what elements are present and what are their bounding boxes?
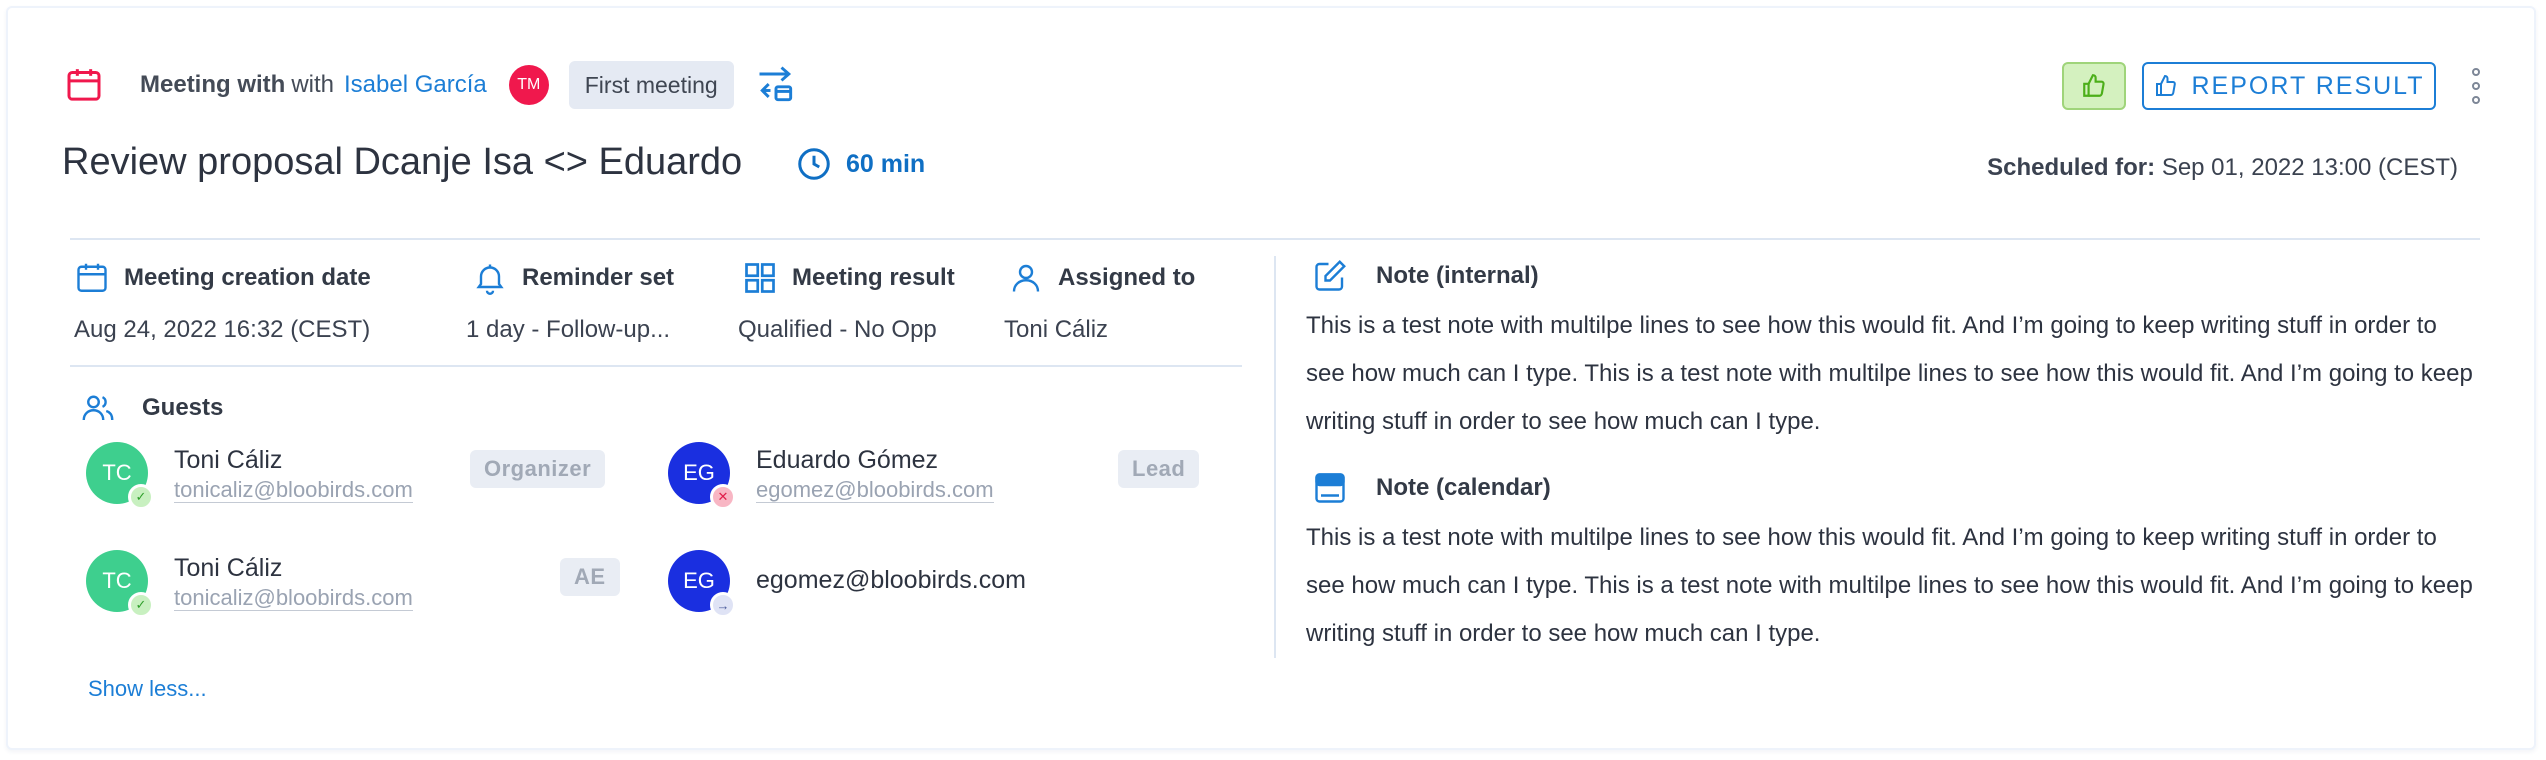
meeting-creation-date: Meeting creation date Aug 24, 2022 16:32… (74, 260, 371, 344)
column-divider (1274, 256, 1276, 658)
duration-value: 60 min (846, 149, 926, 178)
calendar-icon (67, 69, 101, 101)
guest-name: Toni Cáliz (174, 554, 283, 582)
users-icon (82, 395, 114, 421)
guest-name: Toni Cáliz (174, 446, 283, 474)
guest-role-badge: Lead (1118, 450, 1200, 488)
note-calendar-label: Note (calendar) (1376, 474, 1551, 501)
grid-icon (745, 263, 775, 293)
edit-icon (1315, 260, 1346, 291)
guest-email-link[interactable]: tonicaliz@bloobirds.com (174, 586, 413, 611)
guest-role-badge: AE (560, 558, 620, 596)
report-result-label: REPORT RESULT (2191, 71, 2425, 100)
meeting-header: Meeting with with Isabel García TM First… (64, 60, 798, 110)
reminder-label: Reminder set (522, 264, 675, 291)
note-internal-label: Note (internal) (1376, 262, 1539, 289)
note-calendar-header: Note (calendar) (1312, 470, 1551, 506)
lead-name-link[interactable]: Isabel García (344, 71, 487, 99)
scheduled-value: Sep 01, 2022 13:00 (CEST) (2161, 154, 2458, 181)
info-divider (70, 365, 1242, 367)
pending-arrow-icon: → (710, 592, 736, 618)
accepted-check-icon: ✓ (128, 484, 154, 510)
guest-name: Eduardo Gómez (756, 446, 939, 474)
guest-role-badge: Organizer (470, 450, 606, 488)
header-divider (70, 238, 2480, 240)
like-button[interactable] (2062, 62, 2126, 110)
scheduled-label: Scheduled for: (1987, 154, 2156, 181)
assigned-to-label: Assigned to (1058, 264, 1196, 291)
owner-avatar[interactable]: TM (508, 65, 549, 105)
creation-date-value: Aug 24, 2022 16:32 (CEST) (74, 316, 371, 343)
bell-icon (476, 264, 504, 295)
guests-header: Guests (80, 390, 223, 426)
scheduled-for: Scheduled for: Sep 01, 2022 13:00 (CEST) (1987, 154, 2458, 182)
meeting-duration: 60 min (796, 146, 925, 182)
swap-icon[interactable] (754, 63, 798, 107)
thumbs-up-icon (2155, 74, 2176, 96)
calendar-icon (77, 263, 107, 292)
note-internal-header: Note (internal) (1312, 258, 1539, 294)
note-calendar-text: This is a test note with multilpe lines … (1306, 524, 2473, 647)
meeting-title: Review proposal Dcanje Isa <> Eduardo (62, 141, 743, 183)
show-less-link[interactable]: Show less... (88, 676, 207, 702)
guests-title: Guests (142, 394, 224, 421)
thumbs-up-icon (2083, 74, 2105, 97)
assigned-to: Assigned to Toni Cáliz (1004, 260, 1196, 344)
with-word: with (291, 71, 335, 98)
reminder-value: 1 day - Follow-up... (466, 316, 671, 343)
report-result-button[interactable]: REPORT RESULT (2142, 62, 2436, 110)
guest-email-link[interactable]: tonicaliz@bloobirds.com (174, 478, 413, 503)
calendar-window-icon (1315, 473, 1345, 503)
assigned-to-value: Toni Cáliz (1004, 316, 1109, 343)
note-internal-text: This is a test note with multilpe lines … (1306, 312, 2473, 435)
meeting-result: Meeting result Qualified - No Opp (738, 260, 955, 344)
creation-date-label: Meeting creation date (124, 264, 371, 291)
guest-email-link[interactable]: egomez@bloobirds.com (756, 478, 994, 503)
guest-email: egomez@bloobirds.com (756, 566, 1026, 594)
more-options-icon[interactable] (2464, 68, 2488, 104)
meeting-result-value: Qualified - No Opp (738, 316, 937, 343)
meeting-type-badge: First meeting (568, 61, 734, 109)
meeting-with-label: Meeting with (140, 71, 286, 98)
clock-icon (798, 148, 830, 180)
meeting-card: Meeting with with Isabel García TM First… (6, 6, 2536, 750)
accepted-check-icon: ✓ (128, 592, 154, 618)
user-icon (1012, 264, 1040, 292)
reminder-set: Reminder set 1 day - Follow-up... (466, 260, 675, 344)
declined-x-icon: ✕ (710, 484, 736, 510)
meeting-result-label: Meeting result (792, 264, 955, 291)
